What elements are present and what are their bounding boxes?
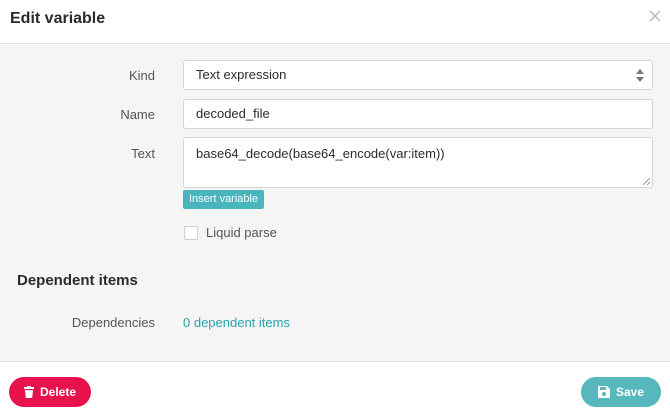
kind-label: Kind bbox=[128, 68, 155, 83]
text-input[interactable]: base64_decode(base64_encode(var:item)) bbox=[183, 137, 653, 188]
dialog-footer: Delete Save bbox=[0, 361, 670, 413]
save-button-label: Save bbox=[615, 385, 645, 399]
dialog-title: Edit variable bbox=[10, 10, 106, 27]
kind-select-value: Text expression bbox=[196, 67, 287, 82]
resize-grip-icon[interactable] bbox=[642, 177, 650, 185]
dialog-body: Kind Text expression Name decoded_file T… bbox=[0, 45, 670, 361]
text-label: Text bbox=[131, 146, 155, 161]
trash-icon bbox=[23, 386, 34, 398]
dependent-items-title: Dependent items bbox=[17, 272, 138, 289]
sort-arrows-icon bbox=[636, 69, 644, 82]
delete-button[interactable]: Delete bbox=[9, 377, 91, 407]
liquid-parse-checkbox[interactable] bbox=[184, 226, 198, 240]
name-input[interactable]: decoded_file bbox=[183, 99, 653, 129]
kind-select[interactable]: Text expression bbox=[183, 60, 653, 90]
floppy-disk-icon bbox=[597, 386, 610, 398]
dependent-items-link[interactable]: 0 dependent items bbox=[183, 315, 290, 330]
close-icon[interactable] bbox=[647, 8, 663, 24]
dialog-header: Edit variable bbox=[0, 0, 670, 44]
name-label: Name bbox=[120, 107, 155, 122]
liquid-parse-label: Liquid parse bbox=[206, 225, 277, 240]
dependencies-label: Dependencies bbox=[71, 315, 155, 330]
delete-button-label: Delete bbox=[39, 385, 77, 399]
save-button[interactable]: Save bbox=[581, 377, 661, 407]
insert-variable-button[interactable]: Insert variable bbox=[183, 190, 265, 209]
text-input-value: base64_decode(base64_encode(var:item)) bbox=[196, 146, 445, 161]
